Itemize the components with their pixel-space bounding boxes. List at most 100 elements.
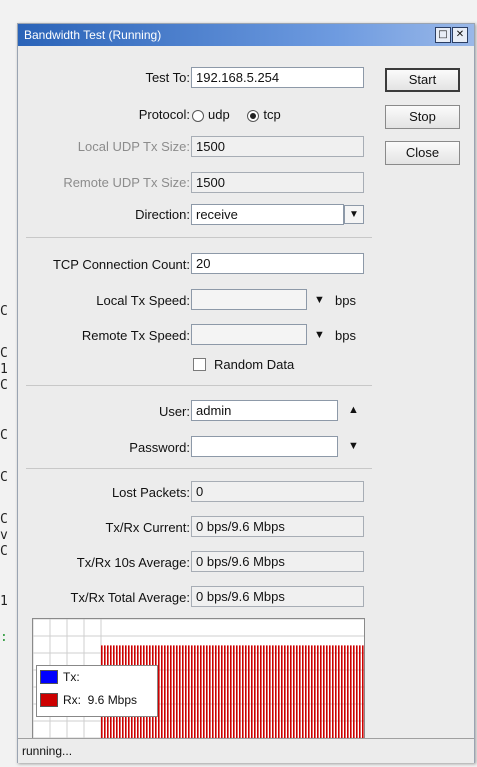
random-data-label: Random Data: [214, 357, 295, 372]
test-to-input[interactable]: 192.168.5.254: [191, 67, 364, 88]
rx-bar: [197, 645, 199, 739]
divider: [26, 237, 372, 238]
protocol-label: Protocol:: [138, 107, 190, 122]
chevron-down-icon[interactable]: ▼: [344, 205, 364, 224]
start-button[interactable]: Start: [385, 68, 460, 92]
rx-bar: [341, 645, 343, 739]
local-tx-speed-label: Local Tx Speed:: [96, 293, 190, 308]
rx-bar: [305, 645, 307, 739]
radio-udp-label: udp: [208, 107, 230, 122]
user-input[interactable]: admin: [191, 400, 338, 421]
status-bar: running...: [18, 738, 474, 763]
tcp-connection-count-label: TCP Connection Count:: [52, 257, 190, 272]
rx-bar: [239, 645, 241, 739]
rx-bar: [284, 645, 286, 739]
protocol-radio-udp[interactable]: udp: [192, 107, 230, 122]
direction-select[interactable]: receive: [191, 204, 344, 225]
rx-bar: [173, 645, 175, 739]
direction-label: Direction:: [135, 207, 190, 222]
protocol-radio-group: udp tcp: [192, 107, 281, 122]
remote-udp-tx-size-input[interactable]: 1500: [191, 172, 364, 193]
rx-bar: [257, 645, 259, 739]
maximize-icon[interactable]: □: [435, 27, 451, 43]
tcp-connection-count-input[interactable]: 20: [191, 253, 364, 274]
legend-tx-label: Tx:: [63, 670, 80, 684]
rx-bar: [206, 645, 208, 739]
txrx-10s-average-label: Tx/Rx 10s Average:: [76, 555, 190, 570]
chevron-down-icon[interactable]: ▼: [348, 440, 359, 452]
user-label: User:: [158, 404, 190, 419]
remote-tx-speed-unit: bps: [335, 328, 356, 343]
rx-bar: [170, 645, 172, 739]
protocol-radio-tcp[interactable]: tcp: [247, 107, 281, 122]
rx-bar: [251, 645, 253, 739]
rx-bar: [329, 645, 331, 739]
radio-tcp-label: tcp: [263, 107, 281, 122]
rx-bar: [275, 645, 277, 739]
rx-bar: [353, 645, 355, 739]
txrx-current-label: Tx/Rx Current:: [105, 520, 190, 535]
rx-bar: [161, 645, 163, 739]
chevron-down-icon[interactable]: ▼: [314, 294, 325, 306]
remote-tx-speed-label: Remote Tx Speed:: [81, 328, 190, 343]
bg-terminal-char: C: [0, 512, 8, 527]
remote-tx-speed-input[interactable]: [191, 324, 307, 345]
local-tx-speed-unit: bps: [335, 293, 356, 308]
rx-bar: [203, 645, 205, 739]
random-data-checkbox[interactable]: [193, 358, 206, 371]
rx-bar: [254, 645, 256, 739]
txrx-total-average-label: Tx/Rx Total Average:: [70, 590, 190, 605]
bg-terminal-char: :: [0, 630, 8, 645]
lost-packets-value: 0: [191, 481, 364, 502]
bg-terminal-char: C: [0, 378, 8, 393]
graph-legend: Tx: Rx: 9.6 Mbps: [36, 665, 158, 717]
rx-bar: [230, 645, 232, 739]
rx-bar: [323, 645, 325, 739]
bg-terminal-char: v: [0, 528, 8, 543]
rx-bar: [308, 645, 310, 739]
bg-terminal-char: 1: [0, 362, 8, 377]
rx-bar: [242, 645, 244, 739]
rx-bar: [269, 645, 271, 739]
rx-bar: [302, 645, 304, 739]
close-icon[interactable]: ✕: [452, 27, 468, 43]
rx-bar: [290, 645, 292, 739]
radio-icon: [192, 109, 204, 122]
bandwidth-graph: Tx: Rx: 9.6 Mbps: [32, 618, 365, 740]
rx-bar: [356, 645, 358, 739]
rx-bar: [335, 645, 337, 739]
rx-bar: [221, 645, 223, 739]
tx-color-swatch: [40, 670, 58, 684]
stop-button[interactable]: Stop: [385, 105, 460, 129]
local-tx-speed-input[interactable]: [191, 289, 307, 310]
radio-selected-icon: [247, 109, 260, 122]
remote-udp-tx-size-label: Remote UDP Tx Size:: [63, 175, 190, 190]
rx-color-swatch: [40, 693, 58, 707]
rx-bar: [314, 645, 316, 739]
rx-bar: [299, 645, 301, 739]
bandwidth-test-window: Bandwidth Test (Running) □ ✕ Start Stop …: [17, 23, 475, 763]
rx-bar: [227, 645, 229, 739]
rx-bar: [293, 645, 295, 739]
rx-bar: [347, 645, 349, 739]
chevron-down-icon[interactable]: ▼: [314, 329, 325, 341]
rx-bar: [263, 645, 265, 739]
rx-bar: [233, 645, 235, 739]
rx-bar: [344, 645, 346, 739]
local-udp-tx-size-input[interactable]: 1500: [191, 136, 364, 157]
txrx-current-value: 0 bps/9.6 Mbps: [191, 516, 364, 537]
rx-bar: [338, 645, 340, 739]
rx-bar: [272, 645, 274, 739]
rx-bar: [224, 645, 226, 739]
lost-packets-label: Lost Packets:: [111, 485, 190, 500]
title-bar[interactable]: Bandwidth Test (Running) □ ✕: [18, 24, 474, 46]
txrx-total-average-value: 0 bps/9.6 Mbps: [191, 586, 364, 607]
bg-terminal-char: C: [0, 346, 8, 361]
chevron-up-icon[interactable]: ▲: [348, 404, 359, 416]
rx-bar: [332, 645, 334, 739]
close-button[interactable]: Close: [385, 141, 460, 165]
rx-bar: [212, 645, 214, 739]
rx-bar: [182, 645, 184, 739]
password-input[interactable]: [191, 436, 338, 457]
rx-bar: [362, 645, 364, 739]
